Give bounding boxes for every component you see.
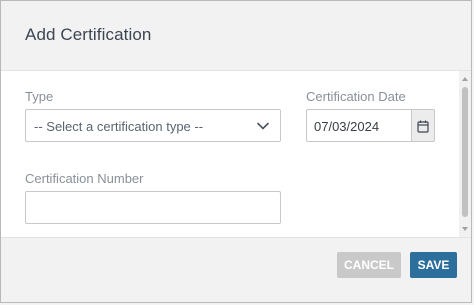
certification-date-input[interactable]: 07/03/2024 [306,109,412,142]
add-certification-dialog: Add Certification Type -- Select a certi… [0,0,472,303]
type-label: Type [25,89,54,104]
cancel-button[interactable]: CANCEL [337,252,401,278]
dialog-footer: CANCEL SAVE [1,237,471,302]
certification-date-value: 07/03/2024 [314,119,380,134]
save-button[interactable]: SAVE [410,252,457,278]
chevron-down-icon [257,122,269,130]
dialog-scrollbar[interactable] [459,71,471,237]
dialog-title: Add Certification [25,25,152,44]
certification-number-input[interactable] [25,191,281,224]
scroll-up-arrow-icon[interactable] [462,77,468,81]
scroll-down-arrow-icon[interactable] [462,227,468,231]
certification-type-select[interactable]: -- Select a certification type -- [25,109,281,142]
dialog-header: Add Certification [1,1,471,71]
calendar-icon [417,120,429,133]
certification-date-label: Certification Date [306,89,406,104]
date-picker-button[interactable] [411,109,435,142]
certification-type-selected-value: -- Select a certification type -- [34,119,204,134]
scrollbar-thumb[interactable] [462,87,468,217]
certification-number-label: Certification Number [25,171,144,186]
